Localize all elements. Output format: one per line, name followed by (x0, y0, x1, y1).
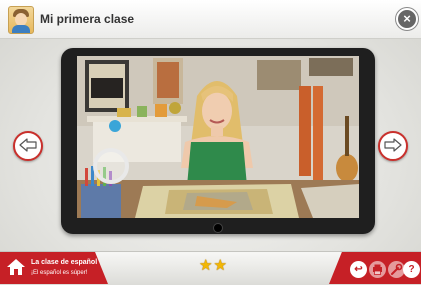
course-subtitle: ¡El español es súper! (31, 270, 88, 276)
print-button[interactable] (369, 261, 386, 278)
header-bar: Mi primera clase × (0, 0, 421, 39)
course-title: La clase de español (31, 259, 98, 266)
toolbar: ↩ ? (329, 252, 421, 284)
course-brand[interactable]: La clase de español ¡El español es súper… (0, 252, 108, 284)
video-player[interactable] (77, 56, 359, 218)
help-button[interactable]: ? (403, 261, 420, 278)
tablet-home-button (213, 223, 223, 233)
print-icon (373, 264, 382, 275)
tablet-frame (61, 48, 375, 234)
previous-button[interactable] (13, 131, 43, 161)
arrow-right-icon (384, 138, 402, 152)
page-title: Mi primera clase (40, 12, 135, 26)
star-icon: ★ (199, 257, 213, 274)
arrow-left-icon (19, 138, 37, 152)
next-button[interactable] (378, 131, 408, 161)
student-avatar-icon (8, 6, 34, 34)
close-button[interactable]: × (396, 8, 418, 30)
home-icon (7, 259, 25, 275)
video-frame-image (77, 56, 359, 218)
back-button[interactable]: ↩ (350, 261, 367, 278)
star-icon: ★ (213, 257, 227, 274)
star-rating: ★★ (199, 257, 228, 275)
